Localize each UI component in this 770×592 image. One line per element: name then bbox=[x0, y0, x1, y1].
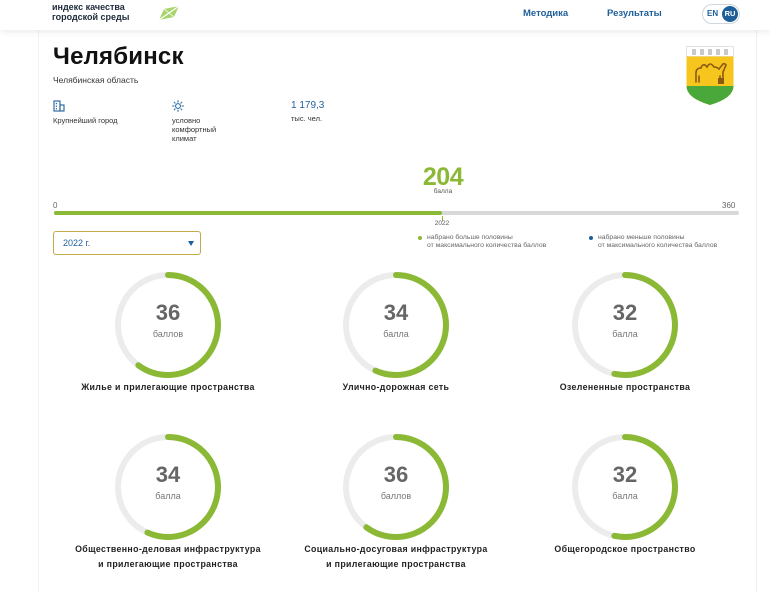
page-edge-right bbox=[756, 30, 757, 592]
score-ring bbox=[115, 272, 221, 378]
logo-leaf-icon bbox=[158, 5, 180, 21]
site-header: индекс качества городской среды Методика… bbox=[0, 0, 770, 30]
category-score-unit: балла bbox=[612, 329, 638, 339]
total-progress-fill bbox=[54, 211, 442, 215]
site-logo[interactable]: индекс качества городской среды bbox=[52, 2, 130, 22]
category-score-unit: балла bbox=[612, 491, 638, 501]
lang-en-option[interactable]: EN bbox=[707, 9, 718, 18]
category-score-unit: баллов bbox=[380, 491, 412, 501]
nav-methodology-link[interactable]: Методика bbox=[523, 8, 568, 19]
year-select-value: 2022 г. bbox=[63, 238, 91, 248]
category-card[interactable]: 36 баллов Жилье и прилегающие пространст… bbox=[54, 268, 282, 428]
legend-dot-green bbox=[418, 236, 422, 240]
category-score: 36 bbox=[155, 300, 181, 325]
fact-largest-city: Крупнейший город bbox=[53, 116, 118, 125]
nav-results-link[interactable]: Результаты bbox=[607, 8, 662, 19]
category-card[interactable]: 34 балла Улично-дорожная сеть bbox=[282, 268, 510, 428]
total-score-unit: балла bbox=[433, 188, 453, 195]
score-ring bbox=[572, 272, 678, 378]
category-title: Жилье и прилегающие пространства bbox=[81, 382, 255, 392]
chevron-down-icon bbox=[188, 241, 194, 246]
sun-icon bbox=[172, 100, 184, 112]
legend-more-than-half: набрано больше половины от максимального… bbox=[427, 234, 547, 249]
category-score: 32 bbox=[612, 462, 638, 487]
scale-max: 360 bbox=[722, 201, 736, 210]
category-score: 34 bbox=[155, 462, 181, 487]
category-score-unit: баллов bbox=[152, 329, 184, 339]
category-score: 36 bbox=[383, 462, 409, 487]
fact-climate: условно комфортный климат bbox=[172, 116, 217, 143]
fact-population-unit: тыс. чел. bbox=[291, 114, 323, 123]
category-title: Озелененные пространства bbox=[559, 382, 691, 392]
category-score-unit: балла bbox=[155, 491, 181, 501]
category-card[interactable]: 32 балла Озелененные пространства bbox=[511, 268, 739, 428]
category-card[interactable]: 36 баллов Социально-досуговая инфраструк… bbox=[282, 430, 510, 590]
category-score: 34 bbox=[383, 300, 409, 325]
category-card[interactable]: 34 балла Общественно-деловая инфраструкт… bbox=[54, 430, 282, 590]
year-select[interactable]: 2022 г. bbox=[53, 231, 201, 255]
category-score-unit: балла bbox=[383, 329, 409, 339]
score-ring bbox=[115, 434, 221, 540]
city-region: Челябинская область bbox=[53, 75, 139, 85]
score-ring bbox=[572, 434, 678, 540]
logo-line-2: городской среды bbox=[52, 11, 130, 22]
city-title: Челябинск bbox=[53, 43, 184, 70]
score-ring bbox=[343, 434, 449, 540]
building-icon bbox=[53, 100, 65, 112]
camel-crest-icon bbox=[686, 46, 734, 105]
total-progress-bar bbox=[54, 211, 739, 215]
category-score: 32 bbox=[612, 300, 638, 325]
fact-population-value: 1 179,3 bbox=[291, 100, 325, 111]
category-title: Общегородское пространство bbox=[554, 544, 696, 554]
scale-min: 0 bbox=[53, 201, 58, 210]
category-title: Улично-дорожная сеть bbox=[342, 382, 450, 392]
total-score: 204 bbox=[422, 163, 464, 191]
lang-ru-option[interactable]: RU bbox=[722, 6, 738, 22]
language-toggle[interactable]: EN RU bbox=[702, 4, 740, 24]
legend-less-than-half: набрано меньше половины от максимального… bbox=[598, 234, 718, 249]
progress-year-label: 2022 bbox=[434, 220, 450, 227]
legend-dot-blue bbox=[589, 236, 593, 240]
page-edge-left bbox=[38, 30, 39, 592]
category-title: Социально-досуговая инфраструктура и при… bbox=[304, 544, 488, 569]
category-title: Общественно-деловая инфраструктура и при… bbox=[75, 544, 261, 569]
score-ring bbox=[343, 272, 449, 378]
category-card[interactable]: 32 балла Общегородское пространство bbox=[511, 430, 739, 590]
